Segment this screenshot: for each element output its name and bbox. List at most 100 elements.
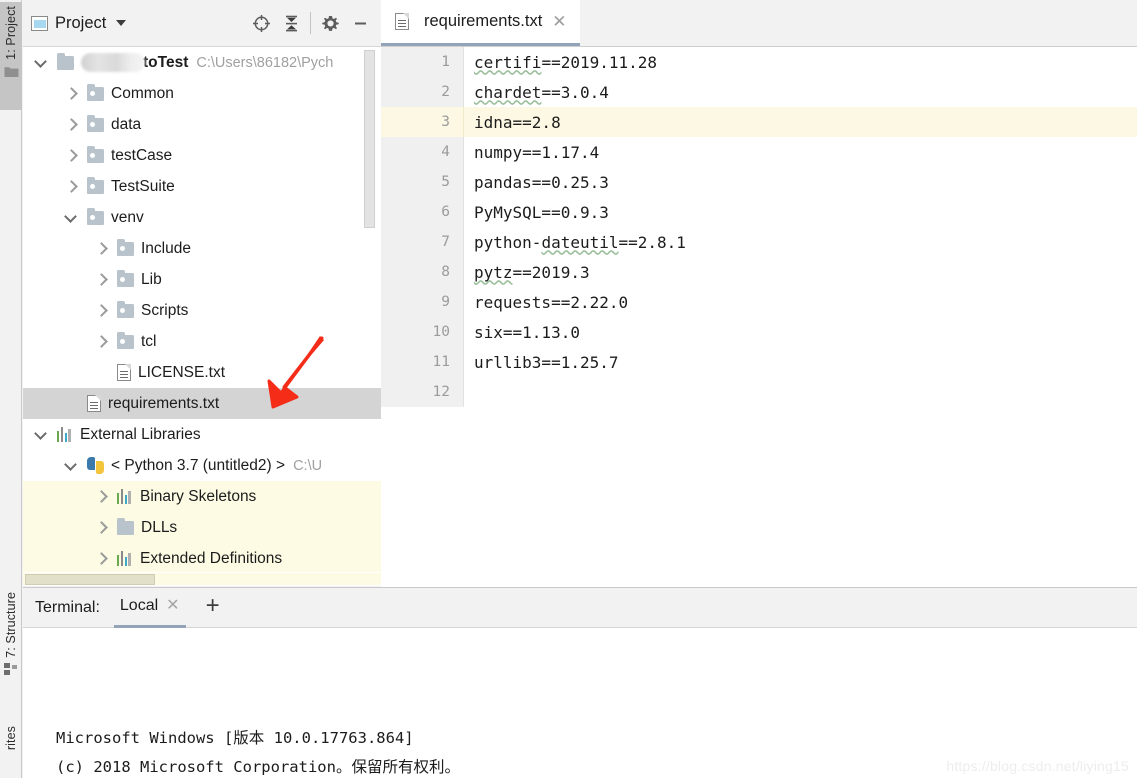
project-panel-title-group[interactable]: Project <box>31 14 127 33</box>
close-icon[interactable]: ✕ <box>552 13 566 30</box>
gear-icon[interactable] <box>315 8 345 38</box>
tree-row[interactable]: DLLs <box>23 512 381 543</box>
locate-in-tree-icon[interactable] <box>246 8 276 38</box>
code-text: six==1.13.0 <box>474 322 580 342</box>
chevron-right-icon[interactable] <box>93 303 109 319</box>
chevron-right-icon[interactable] <box>93 334 109 350</box>
terminal-output[interactable]: Microsoft Windows [版本 10.0.17763.864] (c)… <box>23 628 1137 778</box>
chevron-down-icon[interactable] <box>63 210 79 226</box>
line-number: 2 <box>381 77 464 107</box>
code-line[interactable]: 9 requests==2.22.0 <box>381 287 1137 317</box>
tree-row[interactable]: toTest C:\Users\86182\Pych <box>23 47 381 78</box>
code-line[interactable]: 8 pytz==2019.3 <box>381 257 1137 287</box>
python-icon <box>87 457 104 474</box>
chevron-right-icon[interactable] <box>63 179 79 195</box>
text-file-icon <box>87 394 102 412</box>
tree-row[interactable]: venv <box>23 202 381 233</box>
code-line[interactable]: 5 pandas==0.25.3 <box>381 167 1137 197</box>
line-number: 3 <box>381 107 464 137</box>
code-line[interactable]: 7 python-dateutil==2.8.1 <box>381 227 1137 257</box>
chevron-right-icon[interactable] <box>93 272 109 288</box>
text-file-icon <box>395 12 410 30</box>
tree-row[interactable]: Common <box>23 78 381 109</box>
project-tree-vertical-scrollbar[interactable] <box>364 50 375 228</box>
code-line[interactable]: 12 <box>381 377 1137 407</box>
code-text: certifi==2019.11.28 <box>474 52 658 72</box>
code-line[interactable]: 3 idna==2.8 <box>381 107 1137 137</box>
project-tool-window: Project toTest C:\Users\86182\Pych Commo… <box>23 0 381 586</box>
line-number: 5 <box>381 167 464 197</box>
line-number: 10 <box>381 317 464 347</box>
chevron-right-icon[interactable] <box>93 489 109 505</box>
tree-row[interactable]: LICENSE.txt <box>23 357 381 388</box>
terminal-tab-local[interactable]: Local ✕ <box>113 588 186 628</box>
terminal-line: (c) 2018 Microsoft Corporation。保留所有权利。 <box>56 758 460 776</box>
project-tree[interactable]: toTest C:\Users\86182\Pych Common data testC… <box>23 47 381 572</box>
left-tool-strip: 1: Project 7: Structure rites <box>0 0 22 778</box>
editor-tab-requirements[interactable]: requirements.txt ✕ <box>381 0 580 46</box>
folder-icon <box>117 331 134 349</box>
code-line[interactable]: 6 PyMySQL==0.9.3 <box>381 197 1137 227</box>
tool-tab-favorites[interactable]: rites <box>0 722 22 778</box>
tree-row[interactable]: < Python 3.7 (untitled2) > C:\U <box>23 450 381 481</box>
code-line[interactable]: 4 numpy==1.17.4 <box>381 137 1137 167</box>
chevron-right-icon[interactable] <box>63 86 79 102</box>
code-line[interactable]: 2 chardet==3.0.4 <box>381 77 1137 107</box>
tree-node-label: Lib <box>141 270 162 288</box>
line-number: 11 <box>381 347 464 377</box>
tree-row[interactable]: Binary Skeletons <box>23 481 381 512</box>
chevron-down-icon[interactable] <box>33 55 49 71</box>
folder-icon <box>57 52 74 70</box>
tree-node-label: DLLs <box>141 518 178 536</box>
chevron-right-icon[interactable] <box>93 551 109 567</box>
tree-row[interactable]: requirements.txt <box>23 388 381 419</box>
terminal-tab-bar: Terminal: Local ✕ + <box>23 588 1137 628</box>
tree-row[interactable]: TestSuite <box>23 171 381 202</box>
plus-icon[interactable]: + <box>206 594 220 618</box>
folder-icon <box>87 176 104 194</box>
line-number: 12 <box>381 377 464 407</box>
minimize-icon[interactable] <box>345 8 375 38</box>
tree-row[interactable]: Extended Definitions <box>23 543 381 572</box>
tree-row[interactable]: testCase <box>23 140 381 171</box>
tree-row[interactable]: Include <box>23 233 381 264</box>
chevron-down-icon[interactable] <box>63 458 79 474</box>
code-editor[interactable]: 1 certifi==2019.11.28 2 chardet==3.0.4 3 idna… <box>381 47 1137 586</box>
tree-node-label: LICENSE.txt <box>138 363 225 381</box>
collapse-all-icon[interactable] <box>276 8 306 38</box>
chevron-right-icon[interactable] <box>93 520 109 536</box>
chevron-down-icon[interactable] <box>116 20 127 26</box>
folder-icon <box>4 65 19 83</box>
chevron-right-icon[interactable] <box>63 117 79 133</box>
scrollbar-thumb[interactable] <box>25 574 155 585</box>
editor-tab-bar: requirements.txt ✕ <box>381 0 1137 47</box>
tree-node-label: External Libraries <box>80 425 201 443</box>
code-line[interactable]: 10 six==1.13.0 <box>381 317 1137 347</box>
tool-tab-structure[interactable]: 7: Structure <box>0 588 22 706</box>
line-number: 8 <box>381 257 464 287</box>
tree-row[interactable]: tcl <box>23 326 381 357</box>
folder-icon <box>117 238 134 256</box>
tool-tab-project[interactable]: 1: Project <box>0 2 22 110</box>
line-number: 9 <box>381 287 464 317</box>
tree-row[interactable]: data <box>23 109 381 140</box>
close-icon[interactable]: ✕ <box>166 598 179 614</box>
code-line[interactable]: 1 certifi==2019.11.28 <box>381 47 1137 77</box>
tool-tab-project-label: 1: Project <box>4 6 18 60</box>
tool-tab-structure-label: 7: Structure <box>4 592 18 658</box>
tree-row[interactable]: External Libraries <box>23 419 381 450</box>
folder-icon <box>87 145 104 163</box>
folder-icon <box>87 207 104 225</box>
chevron-right-icon[interactable] <box>63 148 79 164</box>
chevron-down-icon[interactable] <box>33 427 49 443</box>
tool-tab-favorites-label: rites <box>4 726 18 751</box>
tree-row[interactable]: Lib <box>23 264 381 295</box>
tree-node-path: C:\U <box>293 457 323 474</box>
tree-node-label: requirements.txt <box>108 394 220 412</box>
tree-row[interactable]: Scripts <box>23 295 381 326</box>
chevron-right-icon[interactable] <box>93 241 109 257</box>
pycharm-window: 1: Project 7: Structure rites Project to… <box>0 0 1137 778</box>
terminal-tab-label: Local <box>119 597 159 614</box>
code-line[interactable]: 11 urllib3==1.25.7 <box>381 347 1137 377</box>
